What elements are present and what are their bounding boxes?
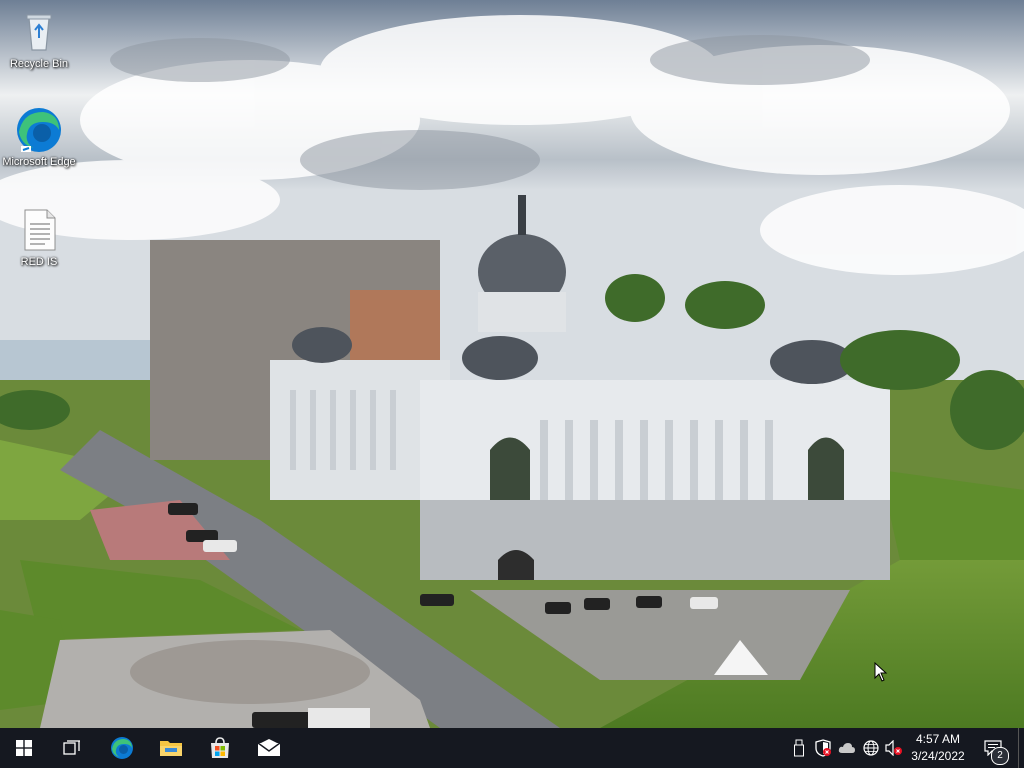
notification-count-badge: 2 (991, 747, 1009, 765)
store-bag-icon (211, 737, 229, 758)
edge-icon (17, 108, 61, 152)
recycle-bin-icon (26, 14, 52, 51)
clock-date: 3/24/2022 (911, 749, 965, 763)
desktop-icon-red-is[interactable]: RED IS (1, 206, 77, 269)
desktop-icon-label: RED IS (20, 256, 58, 268)
taskbar-file-explorer-button[interactable] (147, 728, 195, 768)
wallpaper-image (0, 0, 1024, 728)
taskbar-store-button[interactable] (196, 728, 244, 768)
desktop[interactable]: Recycle Bin Microsoft Edge RED IS (0, 0, 1024, 728)
mail-icon (257, 739, 281, 756)
tray-onedrive-button[interactable] (838, 738, 856, 758)
desktop-icon-microsoft-edge[interactable]: Microsoft Edge (1, 106, 77, 169)
tray-usb-button[interactable] (790, 738, 808, 758)
task-view-icon (63, 740, 80, 755)
tray-network-button[interactable] (862, 738, 880, 758)
taskbar-clock[interactable]: 4:57 AM 3/24/2022 (900, 731, 976, 765)
text-document-icon (24, 209, 56, 251)
mouse-cursor-icon (874, 662, 888, 682)
folder-icon (160, 741, 182, 756)
globe-icon (863, 740, 879, 756)
shield-warning-icon (815, 739, 831, 757)
clock-time: 4:57 AM (915, 732, 961, 746)
tray-security-button[interactable] (814, 738, 832, 758)
task-view-button[interactable] (48, 728, 96, 768)
desktop-icon-recycle-bin[interactable]: Recycle Bin (1, 8, 77, 71)
edge-icon (111, 737, 133, 759)
show-desktop-button[interactable] (1018, 728, 1024, 768)
taskbar-edge-button[interactable] (98, 728, 146, 768)
usb-drive-icon (794, 739, 804, 757)
taskbar-mail-button[interactable] (245, 728, 293, 768)
windows-logo-icon (16, 740, 32, 756)
desktop-icon-label: Microsoft Edge (2, 156, 76, 168)
start-button[interactable] (0, 728, 48, 768)
desktop-icon-label: Recycle Bin (9, 58, 69, 70)
cloud-icon (838, 743, 855, 753)
taskbar: 4:57 AM 3/24/2022 2 (0, 728, 1024, 768)
